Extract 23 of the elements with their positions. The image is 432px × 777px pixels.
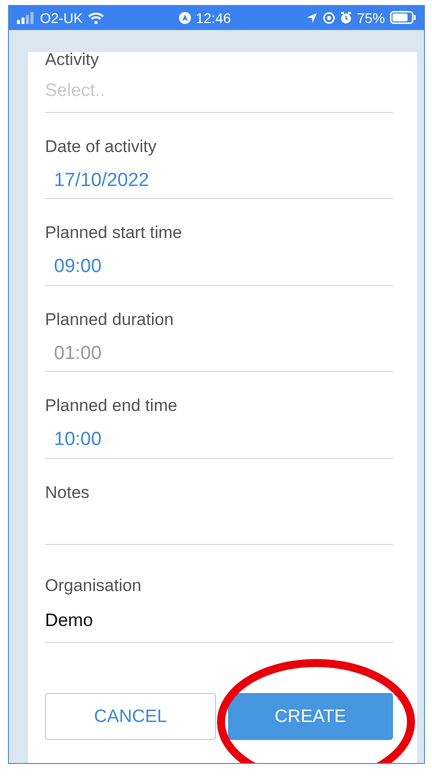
carrier-name: O2-UK [40, 10, 83, 26]
field-label: Activity [45, 52, 100, 71]
signal-icon [17, 12, 35, 24]
field-label: Organisation [45, 575, 142, 597]
field-label: Planned end time [45, 395, 178, 417]
field-value[interactable]: 10:00 [45, 428, 393, 452]
field-label: Planned start time [45, 222, 184, 244]
field-label: Notes [45, 482, 90, 504]
clock-time: 12:46 [196, 10, 231, 26]
alarm-clock-icon [340, 12, 352, 24]
field-label: Planned duration [45, 308, 175, 330]
battery-icon [390, 11, 416, 24]
create-button[interactable]: CREATE [228, 693, 393, 740]
location-arrow-icon [306, 12, 318, 24]
field-value[interactable]: 09:00 [45, 255, 393, 279]
field-value[interactable]: 17/10/2022 [45, 168, 393, 192]
cancel-button[interactable]: CANCEL [45, 693, 216, 740]
battery-percentage: 75% [356, 10, 385, 26]
field-value: 01:00 [53, 342, 103, 366]
field-value[interactable]: Demo [45, 608, 393, 632]
wifi-icon [88, 12, 104, 24]
compass-icon [178, 12, 191, 24]
field-label: Date of activity [45, 136, 158, 158]
